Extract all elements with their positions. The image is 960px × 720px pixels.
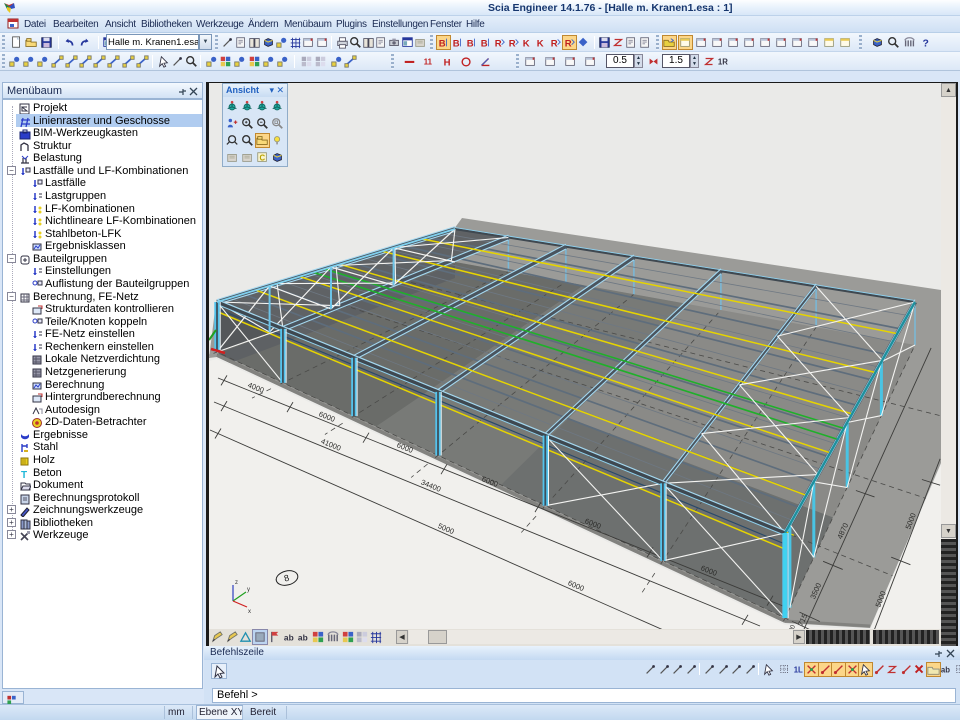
svg-text:R: R xyxy=(509,38,516,49)
svg-text:R: R xyxy=(551,38,558,49)
svg-text:ab: ab xyxy=(284,632,294,642)
svg-text:K: K xyxy=(523,38,530,49)
svg-text:ab: ab xyxy=(298,632,308,642)
svg-text:B: B xyxy=(453,38,460,49)
svg-text:B: B xyxy=(481,38,488,49)
svg-text:z: z xyxy=(235,580,238,586)
svg-text:H: H xyxy=(444,57,451,68)
svg-text:C: C xyxy=(259,154,265,163)
svg-text:B: B xyxy=(439,38,446,49)
svg-text:R: R xyxy=(565,38,572,49)
svg-text:B: B xyxy=(467,38,474,49)
svg-text:1R: 1R xyxy=(718,58,728,67)
svg-text:ab: ab xyxy=(941,666,950,675)
svg-text:K: K xyxy=(537,38,544,49)
svg-text:x: x xyxy=(248,609,251,615)
svg-text:1L: 1L xyxy=(793,666,802,675)
svg-text:?: ? xyxy=(922,38,928,49)
svg-text:R: R xyxy=(495,38,502,49)
svg-text:11: 11 xyxy=(424,58,433,67)
svg-text:y: y xyxy=(247,587,250,593)
